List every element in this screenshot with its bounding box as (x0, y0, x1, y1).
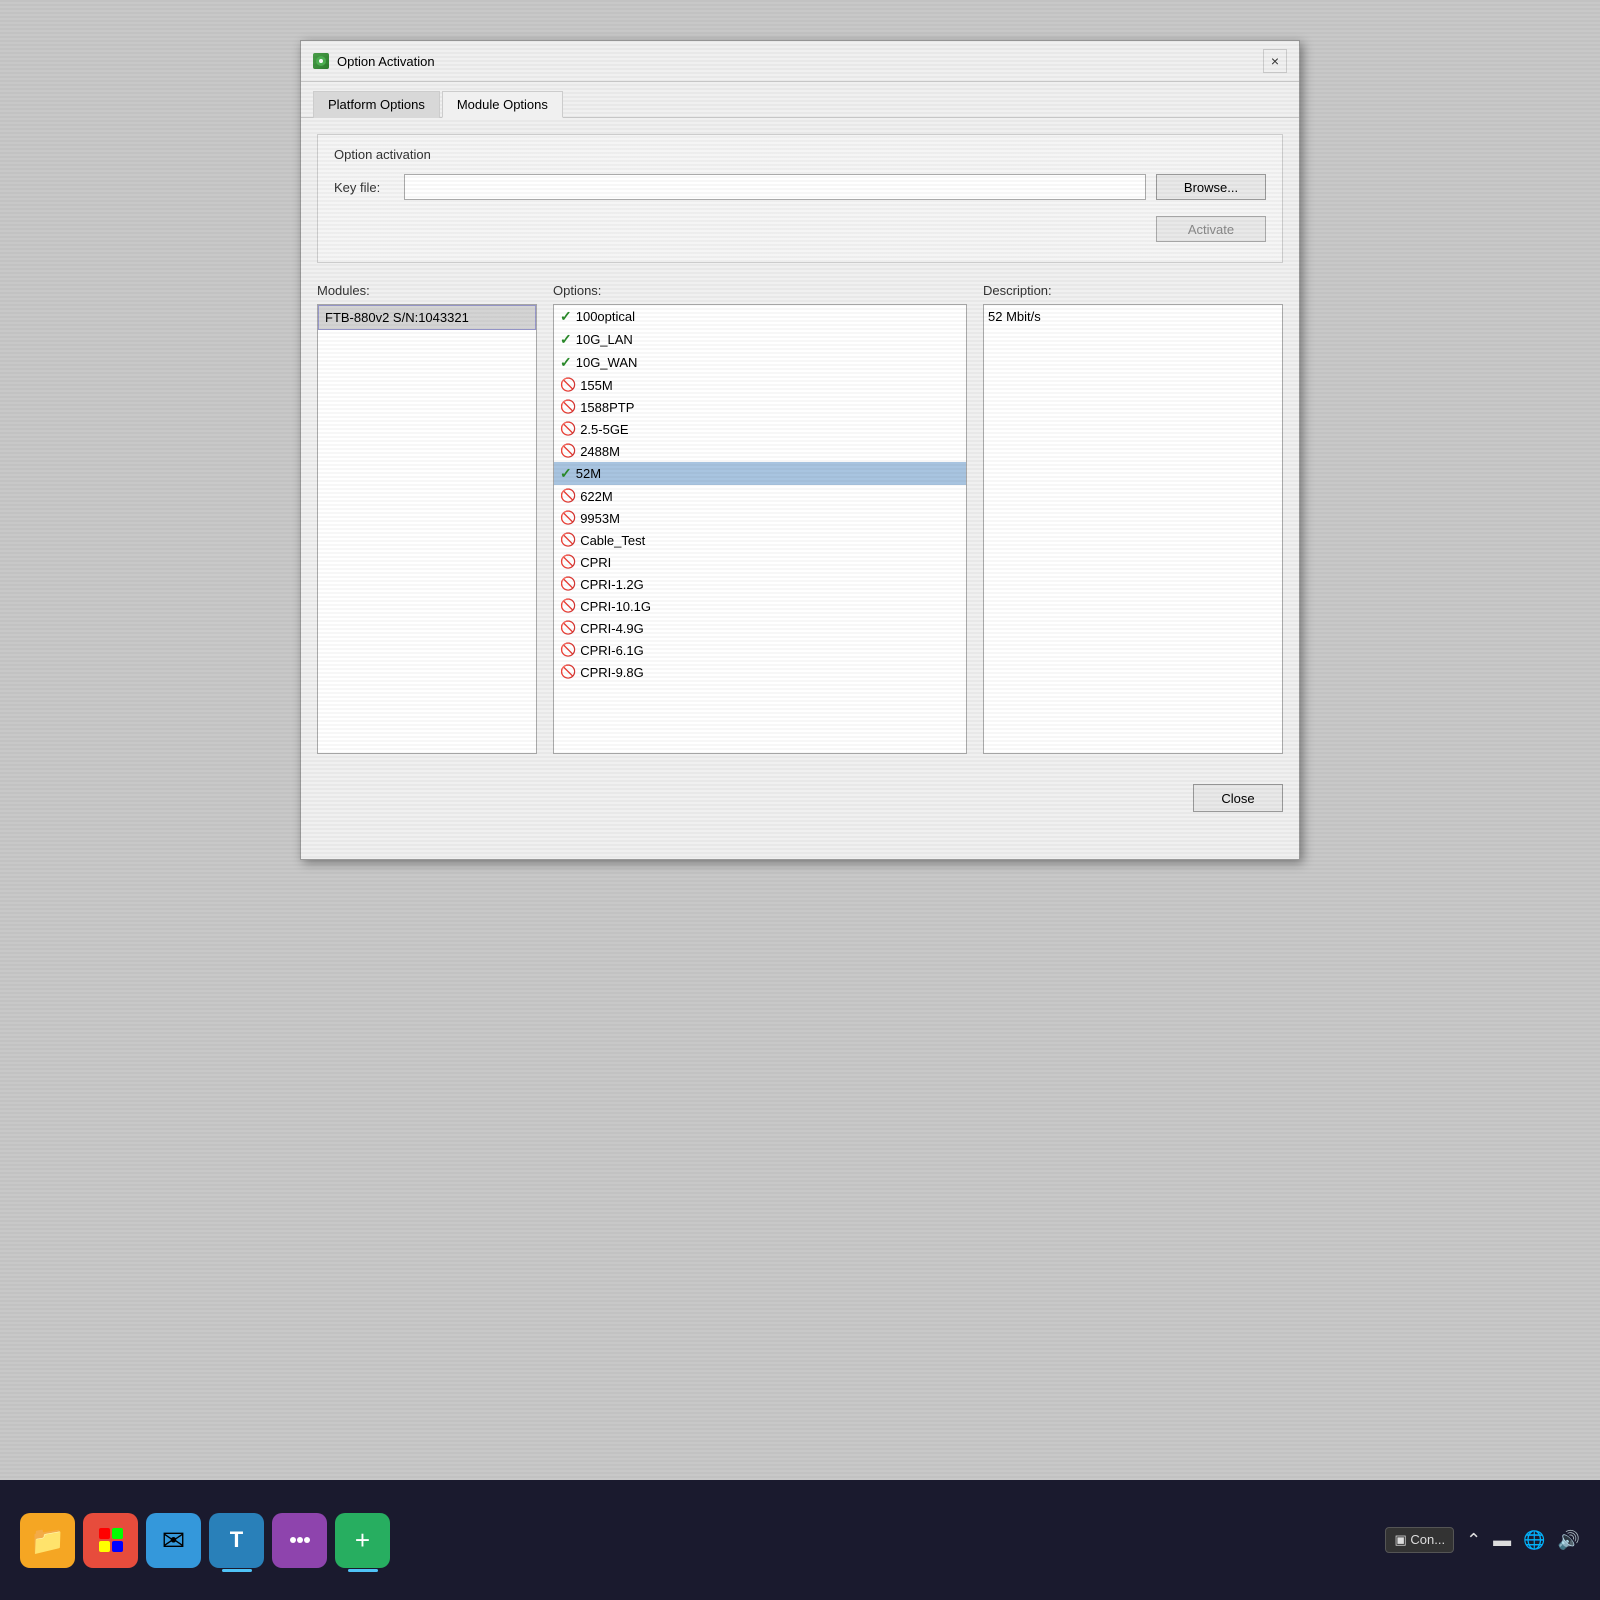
key-file-row: Key file: (334, 174, 1146, 200)
dialog-icon (313, 53, 329, 69)
modules-label: Modules: (317, 283, 537, 298)
taskbar-icon-start[interactable] (83, 1513, 138, 1568)
block-icon: 🚫 (560, 664, 576, 680)
dialog-title: Option Activation (337, 54, 435, 69)
option-item[interactable]: 🚫 CPRI-10.1G (554, 595, 966, 617)
modules-panel: Modules: FTB-880v2 S/N:1043321 (317, 283, 537, 754)
activate-button: Activate (1156, 216, 1266, 242)
modules-list[interactable]: FTB-880v2 S/N:1043321 (317, 304, 537, 754)
check-icon: ✓ (560, 354, 572, 371)
taskbar-icon-app6[interactable]: + (335, 1513, 390, 1568)
block-icon: 🚫 (560, 399, 576, 415)
tabs-container: Platform Options Module Options (301, 82, 1299, 118)
option-name: 10G_WAN (576, 355, 638, 370)
option-name: 10G_LAN (576, 332, 633, 347)
option-item[interactable]: ✓ 100optical (554, 305, 966, 328)
option-name: CPRI-6.1G (580, 643, 644, 658)
block-icon: 🚫 (560, 532, 576, 548)
block-icon: 🚫 (560, 377, 576, 393)
taskbar-icon-app5[interactable] (272, 1513, 327, 1568)
sys-tray-con[interactable]: ▣ Con... (1385, 1527, 1454, 1553)
chevron-icon[interactable]: ⌃ (1466, 1530, 1481, 1551)
option-name: CPRI-9.8G (580, 665, 644, 680)
key-file-area: Key file: Browse... Activate (334, 174, 1266, 242)
option-name: 2.5-5GE (580, 422, 628, 437)
option-item[interactable]: 🚫 2488M (554, 440, 966, 462)
close-dialog-button[interactable]: Close (1193, 784, 1283, 812)
taskbar-icon-file-explorer[interactable]: 📁 (20, 1513, 75, 1568)
option-name: 9953M (580, 511, 620, 526)
block-icon: 🚫 (560, 576, 576, 592)
option-item[interactable]: 🚫 CPRI-9.8G (554, 661, 966, 683)
option-item[interactable]: 🚫 1588PTP (554, 396, 966, 418)
option-item[interactable]: 🚫 Cable_Test (554, 529, 966, 551)
block-icon: 🚫 (560, 510, 576, 526)
option-name: Cable_Test (580, 533, 645, 548)
title-bar: Option Activation × (301, 41, 1299, 82)
main-content: Option activation Key file: Browse... Ac… (301, 118, 1299, 770)
network-icon: 🌐 (1523, 1530, 1545, 1551)
option-name: 1588PTP (580, 400, 634, 415)
option-item[interactable]: 🚫 CPRI (554, 551, 966, 573)
option-item[interactable]: ✓ 10G_WAN (554, 351, 966, 374)
block-icon: 🚫 (560, 642, 576, 658)
option-name: 100optical (576, 309, 635, 324)
key-file-input[interactable] (404, 174, 1146, 200)
check-icon: ✓ (560, 331, 572, 348)
block-icon: 🚫 (560, 421, 576, 437)
block-icon: 🚫 (560, 443, 576, 459)
taskbar-icon-mail[interactable]: ✉ (146, 1513, 201, 1568)
option-name: 622M (580, 489, 613, 504)
options-label: Options: (553, 283, 967, 298)
dialog-footer: Close (301, 770, 1299, 826)
option-activation-section: Option activation Key file: Browse... Ac… (317, 134, 1283, 263)
dialog-close-button[interactable]: × (1263, 49, 1287, 73)
option-item[interactable]: 🚫 622M (554, 485, 966, 507)
taskbar-icons: 📁 ✉ T + (20, 1513, 390, 1568)
option-name: 155M (580, 378, 613, 393)
option-item[interactable]: 🚫 9953M (554, 507, 966, 529)
option-item[interactable]: 🚫 CPRI-4.9G (554, 617, 966, 639)
option-item[interactable]: ✓ 10G_LAN (554, 328, 966, 351)
option-name: 2488M (580, 444, 620, 459)
lower-panels: Modules: FTB-880v2 S/N:1043321 Options: … (317, 283, 1283, 754)
battery-icon: ▬ (1493, 1530, 1511, 1551)
buttons-col: Browse... Activate (1156, 174, 1266, 242)
option-item[interactable]: ✓ 52M (554, 462, 966, 485)
option-name: CPRI-10.1G (580, 599, 651, 614)
browse-button[interactable]: Browse... (1156, 174, 1266, 200)
sys-tray: ▣ Con... ⌃ ▬ 🌐 🔊 (1385, 1527, 1580, 1553)
description-box: 52 Mbit/s (983, 304, 1283, 754)
tab-platform-options[interactable]: Platform Options (313, 91, 440, 118)
option-name: CPRI (580, 555, 611, 570)
option-item[interactable]: 🚫 2.5-5GE (554, 418, 966, 440)
options-list[interactable]: ✓100optical✓10G_LAN✓10G_WAN🚫155M🚫1588PTP… (553, 304, 967, 754)
option-name: 52M (576, 466, 601, 481)
option-activation-label: Option activation (334, 147, 1266, 162)
taskbar-icon-text-app[interactable]: T (209, 1513, 264, 1568)
block-icon: 🚫 (560, 488, 576, 504)
options-panel: Options: ✓100optical✓10G_LAN✓10G_WAN🚫155… (553, 283, 967, 754)
taskbar: 📁 ✉ T + ▣ Con... ⌃ ▬ 🌐 🔊 (0, 1480, 1600, 1600)
taskbar-right: ▣ Con... ⌃ ▬ 🌐 🔊 (1385, 1527, 1580, 1553)
option-item[interactable]: 🚫 CPRI-1.2G (554, 573, 966, 595)
block-icon: 🚫 (560, 620, 576, 636)
option-name: CPRI-1.2G (580, 577, 644, 592)
check-icon: ✓ (560, 465, 572, 482)
tab-module-options[interactable]: Module Options (442, 91, 563, 118)
dialog-window: Option Activation × Platform Options Mod… (300, 40, 1300, 860)
block-icon: 🚫 (560, 554, 576, 570)
volume-icon[interactable]: 🔊 (1558, 1530, 1580, 1551)
option-item[interactable]: 🚫 155M (554, 374, 966, 396)
description-panel: Description: 52 Mbit/s (983, 283, 1283, 754)
module-item[interactable]: FTB-880v2 S/N:1043321 (318, 305, 536, 330)
block-icon: 🚫 (560, 598, 576, 614)
description-label: Description: (983, 283, 1283, 298)
option-item[interactable]: 🚫 CPRI-6.1G (554, 639, 966, 661)
option-name: CPRI-4.9G (580, 621, 644, 636)
description-text: 52 Mbit/s (988, 309, 1041, 324)
key-file-main: Key file: (334, 174, 1146, 210)
check-icon: ✓ (560, 308, 572, 325)
key-file-label: Key file: (334, 180, 394, 195)
